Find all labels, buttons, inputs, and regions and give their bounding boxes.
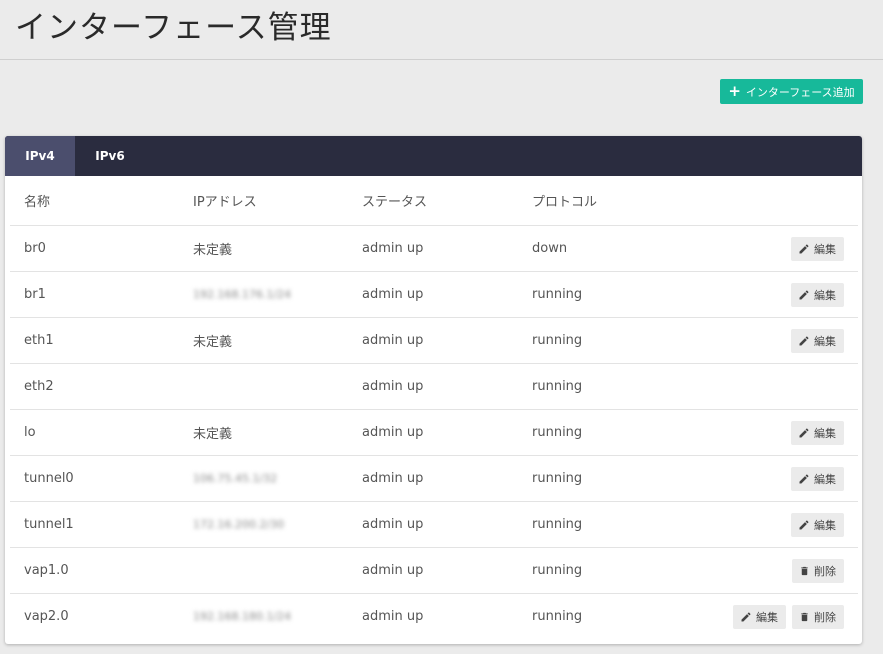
edit-label: 編集 bbox=[814, 426, 836, 440]
edit-label: 編集 bbox=[814, 288, 836, 302]
cell-status: admin up bbox=[362, 471, 424, 486]
cell-ip: 未定義 bbox=[193, 427, 233, 442]
pencil-icon bbox=[799, 335, 809, 345]
trash-icon bbox=[801, 612, 808, 621]
row-actions: 編集 bbox=[791, 512, 844, 537]
edit-label: 編集 bbox=[814, 472, 836, 486]
row-actions: 編集 bbox=[791, 420, 844, 445]
cell-protocol: running bbox=[532, 471, 583, 486]
edit-label: 編集 bbox=[814, 334, 836, 348]
table-row: lo 未定義 admin up running 編集 bbox=[10, 410, 858, 456]
table-row: eth1 未定義 admin up running 編集 bbox=[10, 318, 858, 364]
edit-button[interactable]: 編集 bbox=[791, 328, 844, 353]
delete-button[interactable]: 削除 bbox=[792, 604, 844, 629]
pencil-icon bbox=[799, 473, 809, 483]
row-actions: 編集 bbox=[791, 328, 844, 353]
cell-status: admin up bbox=[362, 379, 424, 394]
delete-button[interactable]: 削除 bbox=[792, 558, 844, 583]
pencil-icon bbox=[799, 519, 809, 529]
cell-name: tunnel0 bbox=[24, 471, 74, 486]
cell-ip: 192.168.180.1/24 bbox=[193, 610, 292, 623]
cell-status: admin up bbox=[362, 609, 424, 624]
edit-button[interactable]: 編集 bbox=[791, 420, 844, 445]
edit-button[interactable]: 編集 bbox=[791, 466, 844, 491]
table-row: tunnel1 172.16.200.2/30 admin up running… bbox=[10, 502, 858, 548]
table-header: 名称 IPアドレス ステータス プロトコル bbox=[10, 176, 858, 226]
plus-icon: + bbox=[728, 82, 741, 100]
delete-label: 削除 bbox=[814, 564, 836, 578]
cell-ip: 未定義 bbox=[193, 243, 233, 258]
table-row: tunnel0 106.75.45.1/32 admin up running … bbox=[10, 456, 858, 502]
cell-name: br0 bbox=[24, 241, 46, 256]
cell-ip: 106.75.45.1/32 bbox=[193, 472, 278, 485]
cell-protocol: running bbox=[532, 379, 583, 394]
cell-status: admin up bbox=[362, 563, 424, 578]
cell-ip: 172.16.200.2/30 bbox=[193, 518, 285, 531]
cell-status: admin up bbox=[362, 333, 424, 348]
column-header-protocol: プロトコル bbox=[532, 195, 598, 210]
cell-name: lo bbox=[24, 425, 36, 440]
page-title: インターフェース管理 bbox=[15, 10, 332, 46]
cell-protocol: running bbox=[532, 609, 583, 624]
row-actions: 編集 削除 bbox=[733, 604, 844, 629]
pencil-icon bbox=[799, 427, 809, 437]
cell-protocol: running bbox=[532, 563, 583, 578]
cell-ip: 192.168.176.1/24 bbox=[193, 288, 292, 301]
edit-label: 編集 bbox=[814, 518, 836, 532]
row-actions: 削除 bbox=[792, 558, 844, 583]
edit-label: 編集 bbox=[756, 610, 778, 624]
cell-ip: 未定義 bbox=[193, 335, 233, 350]
pencil-icon bbox=[799, 289, 809, 299]
cell-status: admin up bbox=[362, 517, 424, 532]
cell-name: vap2.0 bbox=[24, 609, 69, 624]
cell-name: br1 bbox=[24, 287, 46, 302]
column-header-status: ステータス bbox=[362, 195, 428, 210]
table-row: br1 192.168.176.1/24 admin up running 編集 bbox=[10, 272, 858, 318]
table-row: eth2 admin up running bbox=[10, 364, 858, 410]
interfaces-card: IPv4 IPv6 名称 IPアドレス ステータス プロトコル br0 未定義 … bbox=[5, 136, 862, 644]
row-actions: 編集 bbox=[791, 282, 844, 307]
column-header-name: 名称 bbox=[24, 195, 51, 210]
delete-label: 削除 bbox=[814, 610, 836, 624]
tab-bar: IPv4 IPv6 bbox=[5, 136, 862, 176]
cell-status: admin up bbox=[362, 425, 424, 440]
cell-name: eth1 bbox=[24, 333, 54, 348]
cell-name: eth2 bbox=[24, 379, 54, 394]
add-interface-label: インターフェース追加 bbox=[745, 85, 855, 99]
row-actions: 編集 bbox=[791, 236, 844, 261]
table-row: vap2.0 192.168.180.1/24 admin up running… bbox=[10, 594, 858, 639]
trash-icon bbox=[801, 566, 808, 575]
edit-button[interactable]: 編集 bbox=[791, 282, 844, 307]
tab-ipv6[interactable]: IPv6 bbox=[75, 136, 145, 176]
cell-protocol: running bbox=[532, 333, 583, 348]
cell-protocol: running bbox=[532, 517, 583, 532]
pencil-icon bbox=[741, 611, 751, 621]
edit-button[interactable]: 編集 bbox=[791, 512, 844, 537]
table-row: vap1.0 admin up running 削除 bbox=[10, 548, 858, 594]
cell-protocol: down bbox=[532, 241, 568, 256]
cell-status: admin up bbox=[362, 287, 424, 302]
title-divider bbox=[0, 59, 883, 60]
cell-status: admin up bbox=[362, 241, 424, 256]
interfaces-table: 名称 IPアドレス ステータス プロトコル br0 未定義 admin up d… bbox=[5, 176, 862, 639]
column-header-ip: IPアドレス bbox=[193, 195, 257, 210]
table-row: br0 未定義 admin up down 編集 bbox=[10, 226, 858, 272]
edit-button[interactable]: 編集 bbox=[733, 604, 786, 629]
row-actions: 編集 bbox=[791, 466, 844, 491]
edit-label: 編集 bbox=[814, 242, 836, 256]
edit-button[interactable]: 編集 bbox=[791, 236, 844, 261]
cell-name: vap1.0 bbox=[24, 563, 69, 578]
cell-protocol: running bbox=[532, 425, 583, 440]
add-interface-button[interactable]: + インターフェース追加 bbox=[720, 79, 863, 104]
pencil-icon bbox=[799, 243, 809, 253]
tab-ipv4[interactable]: IPv4 bbox=[5, 136, 75, 176]
cell-name: tunnel1 bbox=[24, 517, 74, 532]
cell-protocol: running bbox=[532, 287, 583, 302]
